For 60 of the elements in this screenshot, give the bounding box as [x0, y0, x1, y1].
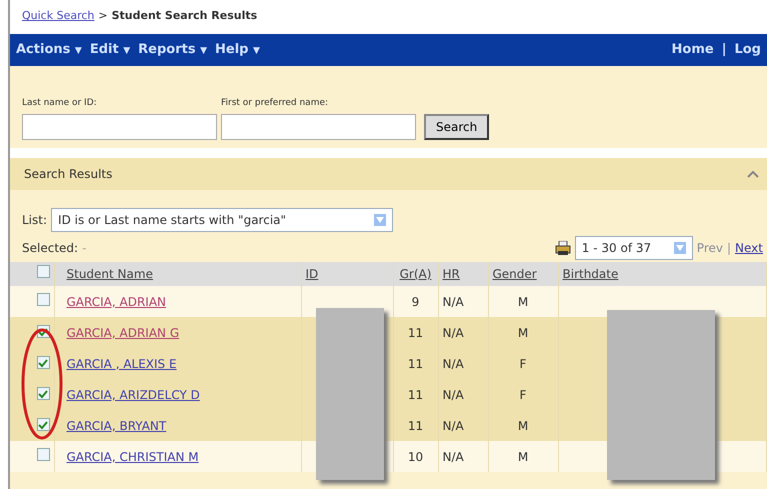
homeroom-cell: N/A — [442, 388, 464, 402]
grade-cell: 10 — [408, 450, 424, 464]
grade-cell: 11 — [408, 326, 424, 340]
nav-link-text[interactable]: Log — [734, 40, 761, 60]
menu-item[interactable]: Edit ▼ — [90, 40, 130, 60]
checkbox[interactable] — [36, 265, 50, 278]
list-dropdown[interactable]: ID is or Last name starts with "garcia" — [51, 208, 394, 232]
panel-title: Search Results — [24, 166, 112, 183]
field-label: Selected: — [22, 240, 78, 257]
checkbox[interactable] — [36, 292, 50, 306]
grade-cell: 11 — [408, 356, 424, 370]
collapse-icon[interactable] — [747, 170, 759, 178]
grade-cell: 11 — [408, 388, 424, 402]
checkbox[interactable] — [36, 387, 50, 400]
pager-dropdown[interactable]: 1 - 30 of 37 — [574, 236, 693, 260]
breadcrumb-separator: > — [98, 8, 108, 24]
gender-cell: M — [518, 450, 528, 464]
menu-item[interactable]: Actions ▼ — [16, 40, 82, 60]
grade-cell: 11 — [408, 418, 424, 432]
selected-count: - — [82, 240, 86, 257]
dropdown-arrow-icon — [374, 214, 386, 226]
gender-cell: M — [518, 326, 528, 340]
homeroom-cell: N/A — [442, 418, 464, 432]
checkbox[interactable] — [36, 418, 50, 431]
gender-cell: F — [520, 356, 526, 370]
gender-cell: M — [518, 418, 528, 432]
homeroom-cell: N/A — [442, 450, 464, 464]
next-link[interactable]: Next — [735, 239, 763, 257]
field-label: First or preferred name: — [221, 96, 330, 110]
student-name-link[interactable]: GARCIA, ADRIAN — [66, 294, 166, 308]
checkbox[interactable] — [36, 448, 50, 460]
student-name-link[interactable]: GARCIA, CHRISTIAN M — [66, 450, 199, 464]
menu-item[interactable]: Help ▼ — [215, 40, 260, 60]
homeroom-cell: N/A — [442, 326, 464, 340]
input-field[interactable] — [22, 114, 217, 140]
page-title: Student Search Results — [112, 8, 258, 24]
column-header[interactable]: Birthdate — [562, 267, 618, 281]
link-separator: | — [722, 41, 726, 60]
breadcrumb-link[interactable]: Quick Search — [22, 8, 94, 34]
checkbox[interactable] — [36, 356, 50, 369]
field-label: List: — [22, 212, 48, 229]
table-row[interactable]: GARCIA, ADRIAN 9 N/A M — [10, 286, 766, 317]
student-name-link[interactable]: GARCIA, ARIZDELCY D — [66, 388, 200, 402]
menu-item[interactable]: Reports ▼ — [138, 40, 207, 60]
column-header[interactable]: ID — [306, 267, 318, 281]
field-label: Last name or ID: — [22, 96, 98, 110]
link-separator: | — [726, 240, 732, 257]
student-name-link[interactable]: GARCIA, ADRIAN G — [66, 326, 180, 340]
gender-cell: F — [520, 388, 526, 402]
student-name-link[interactable]: GARCIA , ALEXIS E — [66, 356, 177, 370]
grade-cell: 9 — [412, 294, 420, 308]
student-name-link[interactable]: GARCIA, BRYANT — [66, 418, 166, 432]
dropdown-arrow-icon — [674, 242, 686, 254]
homeroom-cell: N/A — [442, 294, 464, 308]
printer-icon[interactable] — [554, 241, 571, 255]
nav-link-text[interactable]: Home — [672, 40, 714, 60]
gender-cell: M — [518, 294, 528, 308]
input-field[interactable] — [221, 114, 416, 140]
homeroom-cell: N/A — [442, 356, 464, 370]
search-button[interactable]: Search — [424, 114, 490, 140]
